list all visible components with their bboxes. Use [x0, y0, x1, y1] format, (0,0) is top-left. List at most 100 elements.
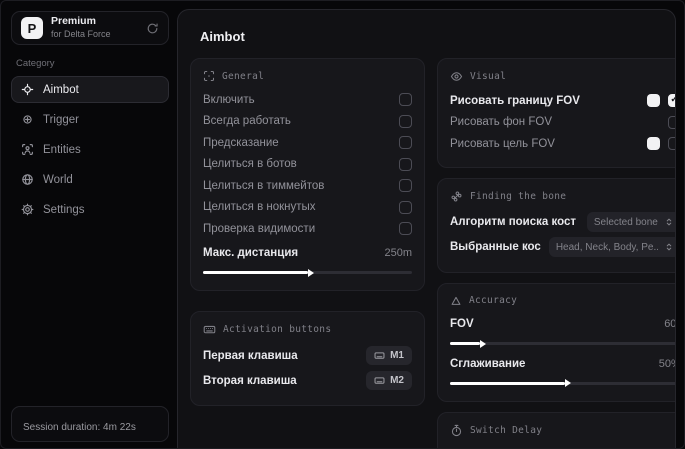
checkbox-draw-fov-background[interactable] [667, 115, 675, 129]
toggle-row-prediction: Предсказание [203, 132, 412, 154]
page-title: Aimbot [200, 29, 245, 44]
bone-algorithm-select[interactable]: Selected bone [586, 212, 675, 232]
visual-label: Рисовать цель FOV [450, 137, 555, 150]
toggle-label: Целиться в тиммейтов [203, 179, 325, 192]
keybind-row-secondary: Вторая клавиша M2 [203, 368, 412, 393]
keybind-label: Вторая клавиша [203, 374, 297, 387]
panel-accuracy: Accuracy FOV 60° Сглаживание [437, 282, 676, 402]
toggle-label: Проверка видимости [203, 222, 316, 235]
checkbox-prediction[interactable] [399, 136, 412, 150]
sidebar-item-label: Entities [43, 143, 81, 156]
keybind-button-secondary[interactable]: M2 [366, 371, 412, 390]
slider-fill [203, 268, 314, 277]
column-left: General Включить Всегда работать Предска… [190, 58, 425, 448]
globe-icon [21, 173, 34, 186]
toggle-row-enable: Включить [203, 89, 412, 111]
checkbox-draw-fov-target[interactable] [667, 137, 675, 151]
session-card: Session duration: 4m 22s [11, 406, 169, 442]
eye-icon [450, 70, 463, 83]
toggle-label: Целиться в нокнутых [203, 201, 316, 214]
trigger-icon [21, 113, 34, 126]
sidebar-item-label: Settings [43, 203, 85, 216]
max-distance-group: Макс. дистанция 250m [203, 243, 412, 277]
toggle-row-target-bots: Целиться в ботов [203, 154, 412, 176]
toggle-label: Включить [203, 93, 255, 106]
checkbox-target-knocked[interactable] [399, 200, 412, 214]
gear-icon [21, 203, 34, 216]
sidebar-item-trigger[interactable]: Trigger [11, 106, 169, 133]
slider-value: 250m [384, 247, 412, 260]
main-panel: Aimbot General Включить Всегда работать … [177, 9, 676, 448]
slider-label-row: Макс. дистанция 250m [203, 243, 412, 265]
brand-title: Premium [51, 15, 96, 28]
smoothing-value: 50% [658, 357, 675, 370]
brand-text: Premium for Delta Force [51, 16, 111, 39]
brand-card: P Premium for Delta Force [11, 11, 169, 45]
sidebar-item-settings[interactable]: Settings [11, 196, 169, 223]
bone-algorithm-label: Алгоритм поиска кост [450, 216, 576, 228]
fov-label: FOV [450, 318, 474, 331]
panel-activation-header: Activation buttons [203, 323, 412, 336]
checkbox-visibility-check[interactable] [399, 222, 412, 236]
app-logo: P [21, 17, 43, 39]
checkbox-target-teammates[interactable] [399, 179, 412, 193]
toggle-row-always-work: Всегда работать [203, 111, 412, 133]
keybind-button-primary[interactable]: M1 [366, 346, 412, 365]
visual-row-fov-target: Рисовать цель FOV [450, 133, 675, 155]
slider-fill [450, 379, 572, 387]
sidebar-item-aimbot[interactable]: Aimbot [11, 76, 169, 103]
panel-accuracy-header: Accuracy [450, 295, 675, 307]
toggle-row-visibility-check: Проверка видимости [203, 218, 412, 240]
visual-row-fov-background: Рисовать фон FOV [450, 112, 675, 134]
smoothing-slider-group: Сглаживание 50% [450, 353, 675, 387]
switch-delay-toggle-row: Задержка переключения [450, 444, 675, 448]
slider-thumb[interactable] [480, 339, 486, 348]
keyboard-icon [374, 375, 385, 386]
stopwatch-icon [450, 424, 463, 437]
checkbox-always-work[interactable] [399, 114, 412, 128]
bone-algorithm-row: Алгоритм поиска кост Selected bone [450, 210, 675, 235]
sync-icon[interactable] [146, 22, 159, 35]
category-label: Category [16, 58, 55, 69]
visual-label: Рисовать границу FOV [450, 94, 580, 107]
checkbox-target-bots[interactable] [399, 157, 412, 171]
bone-selected-label: Выбранные кос [450, 241, 541, 253]
checkbox-draw-fov-border[interactable] [667, 94, 675, 108]
sidebar-item-label: Aimbot [43, 83, 79, 96]
panel-bone-header: Finding the bone [450, 190, 675, 203]
visual-label: Рисовать фон FOV [450, 116, 552, 129]
checkbox-enable[interactable] [399, 93, 412, 107]
column-right: Visual Рисовать границу FOV Рисовать фон… [437, 58, 676, 448]
max-distance-slider[interactable] [203, 268, 412, 277]
app-window: P Premium for Delta Force Category Aimbo… [0, 0, 685, 449]
sidebar-item-entities[interactable]: Entities [11, 136, 169, 163]
panel-general: General Включить Всегда работать Предска… [190, 58, 425, 291]
session-duration: Session duration: 4m 22s [23, 422, 136, 433]
panel-visual-header: Visual [450, 70, 675, 83]
toggle-row-target-knocked: Целиться в нокнутых [203, 197, 412, 219]
sidebar-item-world[interactable]: World [11, 166, 169, 193]
panel-activation-buttons: Activation buttons Первая клавиша M1 Вто… [190, 311, 425, 406]
toggle-row-target-teammates: Целиться в тиммейтов [203, 175, 412, 197]
smoothing-slider[interactable] [450, 379, 675, 387]
visual-controls [646, 137, 675, 151]
triangle-icon [450, 295, 462, 307]
selected-bones-select[interactable]: Head, Neck, Body, Pe.. [548, 237, 675, 257]
panel-switch-delay: Switch Delay Задержка переключения Задер… [437, 411, 675, 448]
sidebar: P Premium for Delta Force Category Aimbo… [1, 1, 177, 448]
slider-fill [450, 339, 486, 348]
color-swatch-fov-target[interactable] [646, 137, 660, 151]
color-swatch-fov-border[interactable] [646, 94, 660, 108]
slider-label: Макс. дистанция [203, 247, 299, 260]
sidebar-nav: Aimbot Trigger Entities World Settings [11, 76, 169, 223]
slider-thumb[interactable] [565, 379, 572, 387]
panel-visual: Visual Рисовать границу FOV Рисовать фон… [437, 58, 675, 168]
toggle-label: Целиться в ботов [203, 158, 297, 171]
visual-controls [646, 94, 675, 108]
visual-row-fov-border: Рисовать границу FOV [450, 90, 675, 112]
fov-value: 60° [664, 318, 676, 331]
fov-slider[interactable] [450, 339, 675, 348]
slider-thumb[interactable] [307, 268, 314, 277]
visual-controls [667, 115, 675, 129]
slider-label-row: FOV 60° [450, 314, 676, 336]
